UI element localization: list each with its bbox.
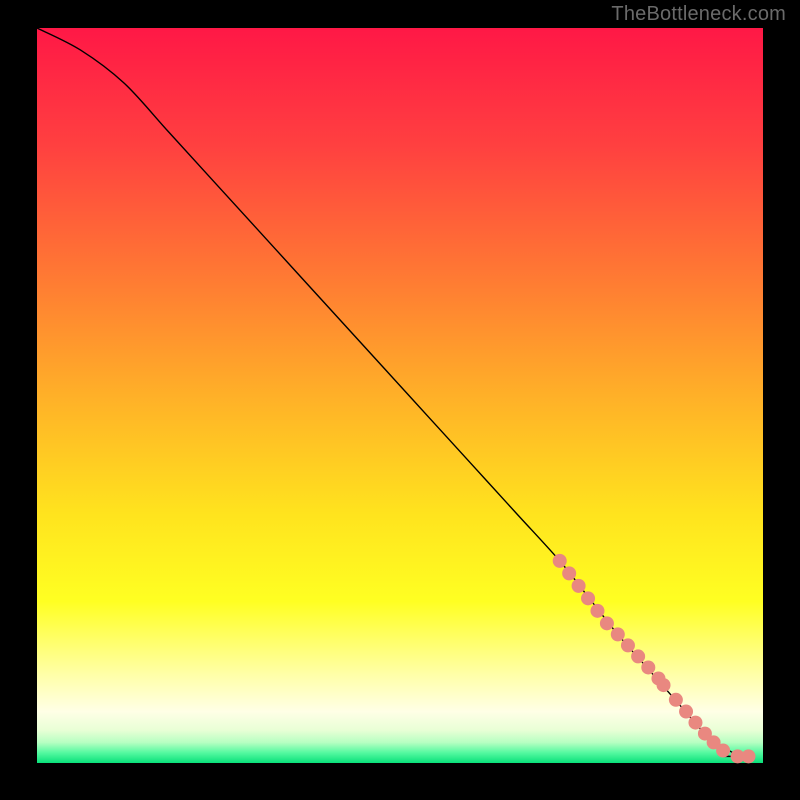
marked-point bbox=[631, 649, 645, 663]
marked-point bbox=[553, 554, 567, 568]
marked-point bbox=[716, 744, 730, 758]
marked-point bbox=[669, 693, 683, 707]
marked-point bbox=[590, 604, 604, 618]
marked-point bbox=[611, 627, 625, 641]
marked-point bbox=[679, 705, 693, 719]
plot-area bbox=[37, 28, 763, 763]
marked-point bbox=[641, 660, 655, 674]
marked-point bbox=[600, 616, 614, 630]
attribution-text: TheBottleneck.com bbox=[611, 3, 786, 26]
marked-point bbox=[572, 579, 586, 593]
marked-point bbox=[581, 591, 595, 605]
marked-point bbox=[741, 749, 755, 763]
chart-frame: TheBottleneck.com bbox=[0, 0, 800, 800]
marked-point bbox=[562, 566, 576, 580]
marked-point bbox=[688, 716, 702, 730]
marked-point bbox=[657, 678, 671, 692]
chart-canvas bbox=[0, 0, 800, 800]
marked-point bbox=[621, 638, 635, 652]
